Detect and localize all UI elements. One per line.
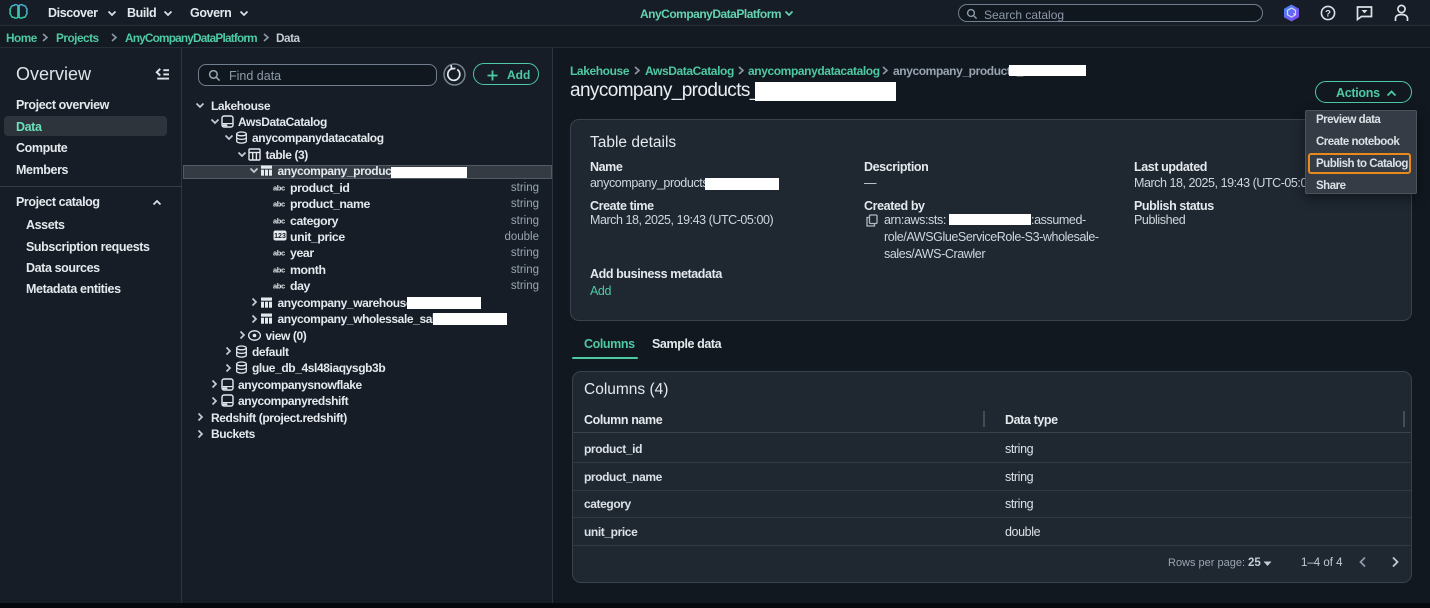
svg-text:?: ? xyxy=(1325,8,1331,19)
svg-text:abc: abc xyxy=(273,183,285,192)
svg-text:abc: abc xyxy=(273,249,285,258)
svg-text:abc: abc xyxy=(273,216,285,225)
svg-text:123: 123 xyxy=(274,233,286,240)
svg-text:abc: abc xyxy=(273,199,285,208)
svg-text:abc: abc xyxy=(273,282,285,291)
svg-text:abc: abc xyxy=(273,265,285,274)
